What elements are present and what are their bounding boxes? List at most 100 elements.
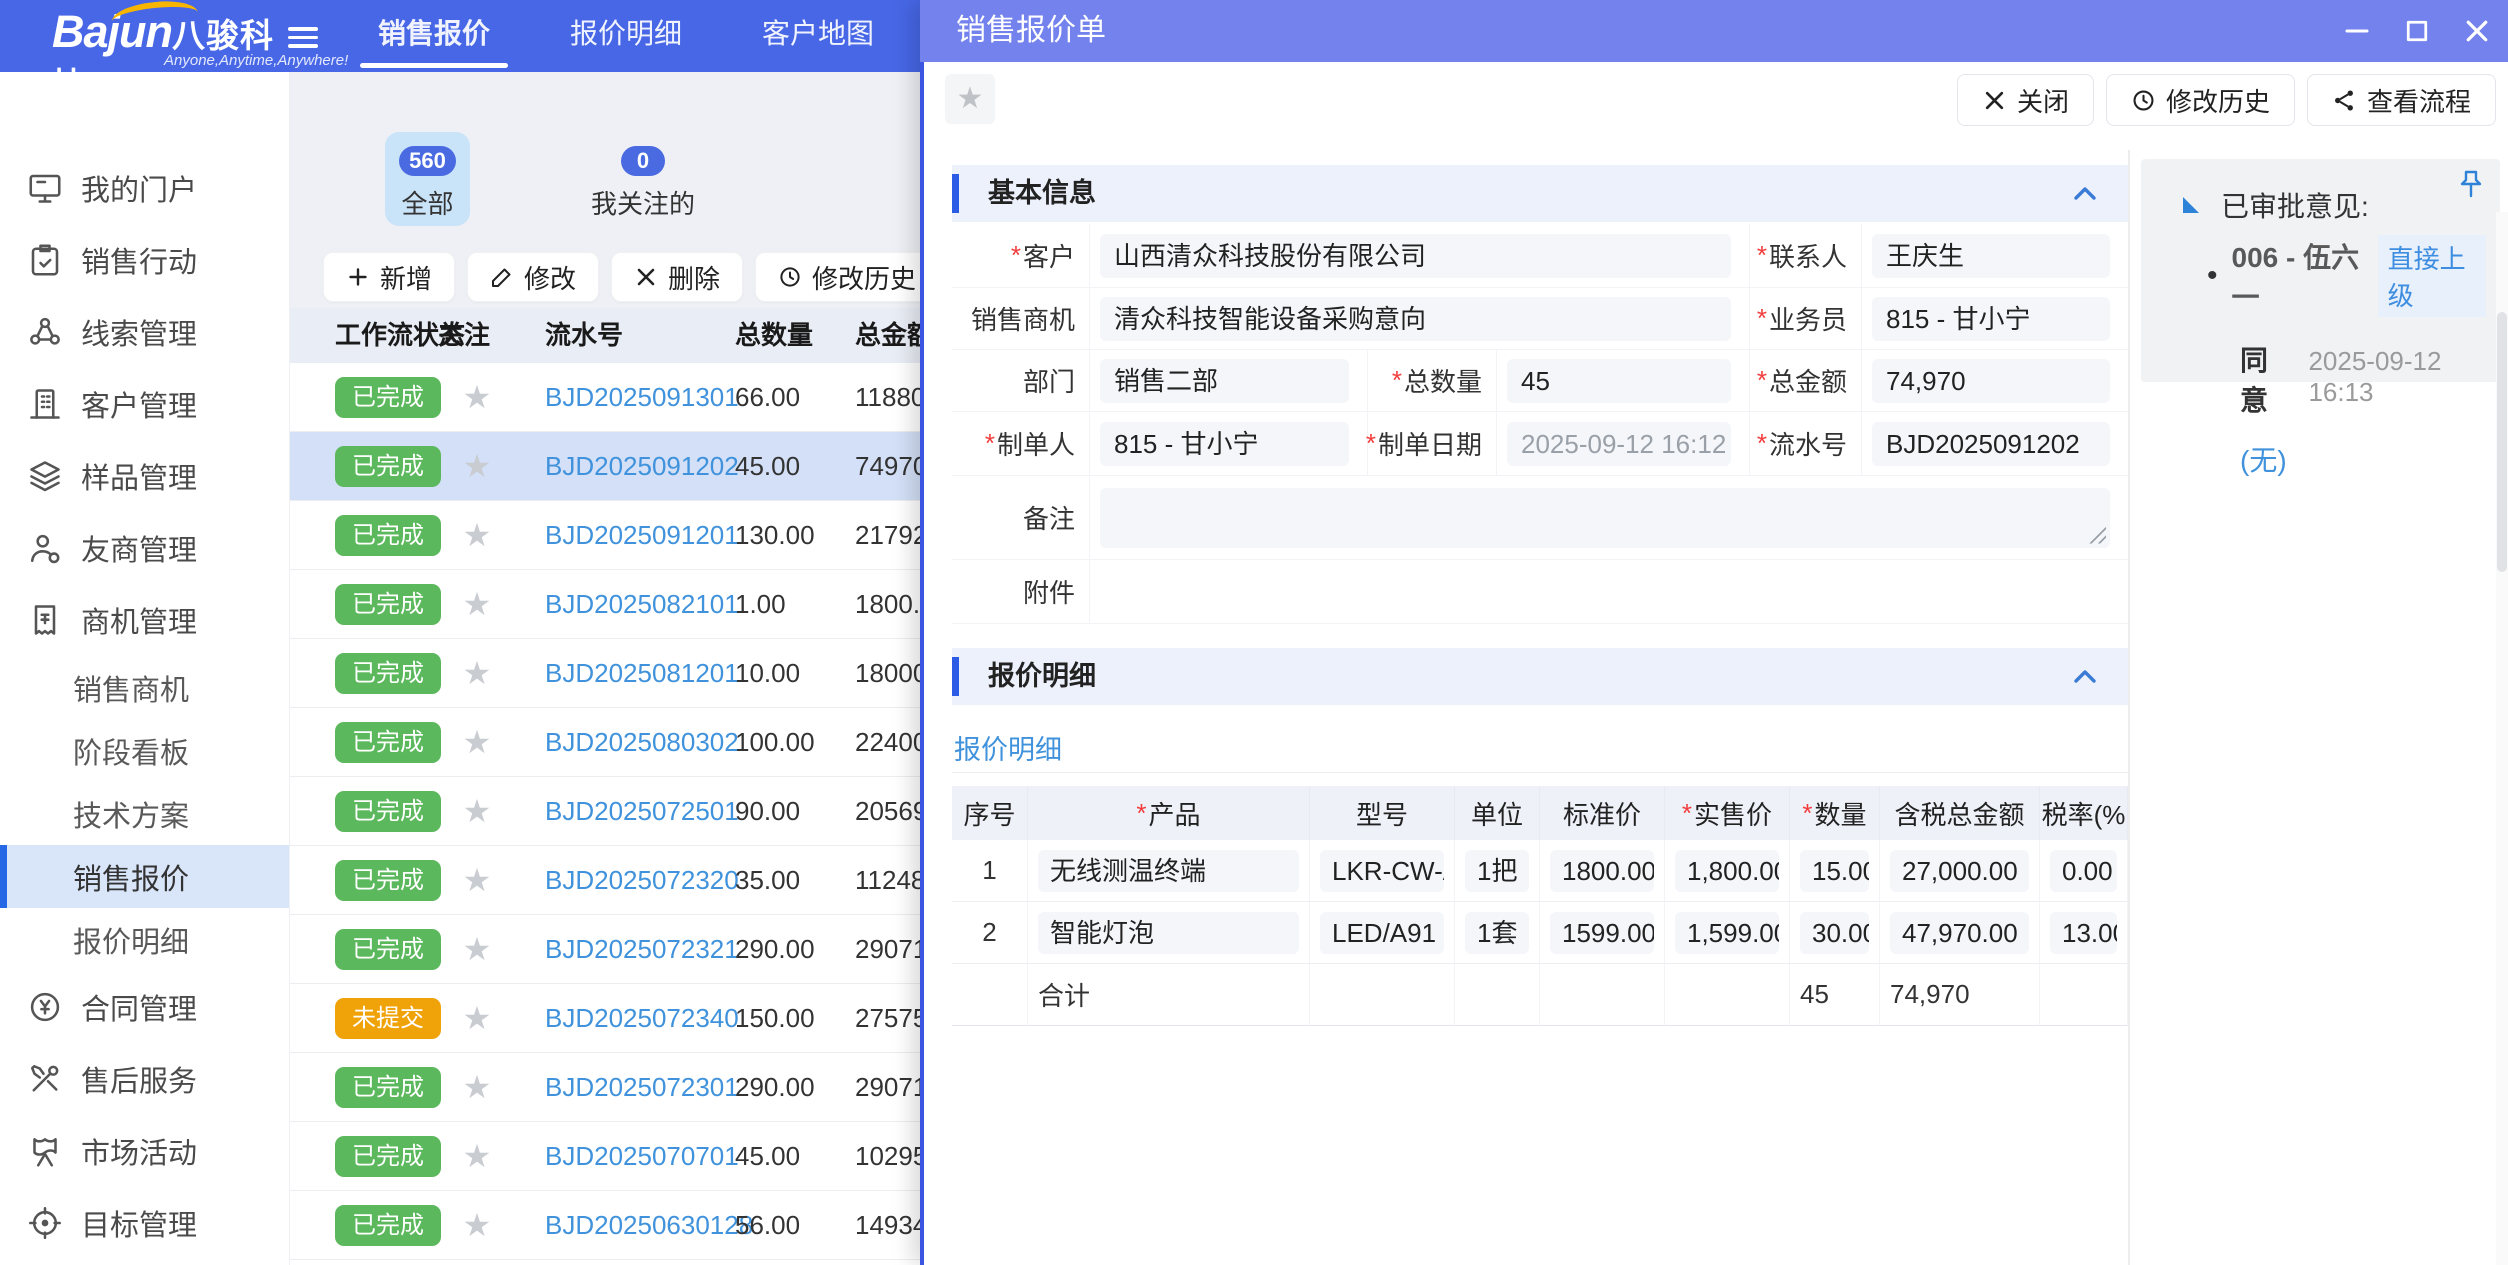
approver-role-tag[interactable]: 直接上级 — [2378, 235, 2486, 317]
favorite-star-icon[interactable]: ★ — [453, 501, 501, 570]
sidebar-item-售后服务[interactable]: 售后服务 — [0, 1043, 289, 1115]
quote-code-link[interactable]: BJD2025091301 — [545, 363, 739, 432]
detail-cell-input[interactable]: 智能灯泡 — [1038, 912, 1299, 954]
total-amount-input[interactable]: 74,970 — [1872, 359, 2110, 403]
quote-code-link[interactable]: BJD20250630128 — [545, 1191, 753, 1260]
quote-code-link[interactable]: BJD2025091202 — [545, 432, 739, 501]
detail-cell[interactable]: 无线测温终端 — [1028, 840, 1310, 902]
favorite-star-icon[interactable]: ★ — [453, 639, 501, 708]
sidebar-item-BI分析[interactable]: BI分析 — [0, 1259, 289, 1265]
sidebar-item-销售行动[interactable]: 销售行动 — [0, 224, 289, 296]
sidebar-item-目标管理[interactable]: 目标管理 — [0, 1187, 289, 1259]
sidebar-subitem-技术方案[interactable]: 技术方案 — [0, 782, 289, 845]
sidebar-item-我的门户[interactable]: 我的门户 — [0, 152, 289, 224]
favorite-star-icon[interactable]: ★ — [453, 915, 501, 984]
filter-card-我关注的[interactable]: 0我关注的 — [578, 132, 708, 226]
sidebar-item-商机管理[interactable]: 商机管理 — [0, 584, 289, 656]
favorite-star-icon[interactable]: ★ — [453, 1191, 501, 1260]
detail-cell-input[interactable]: 1599.00 — [1550, 912, 1654, 954]
detail-cell-input[interactable]: 0.00 — [2050, 850, 2117, 892]
favorite-star-icon[interactable]: ★ — [453, 570, 501, 639]
quote-code-link[interactable]: BJD2025081201 — [545, 639, 739, 708]
sidebar-subitem-销售报价[interactable]: 销售报价 — [0, 845, 289, 908]
quote-code-link[interactable]: BJD2025072340 — [545, 984, 739, 1053]
detail-cell[interactable]: LED/A91 — [1310, 902, 1455, 964]
department-input[interactable]: 销售二部 — [1100, 359, 1349, 403]
detail-cell[interactable]: 47,970.00 — [1880, 902, 2040, 964]
favorite-star-icon[interactable]: ★ — [453, 1122, 501, 1191]
brand-logo[interactable]: Bajun八骏科技 Anyone,Anytime,Anywhere! — [52, 6, 302, 68]
detail-cell-input[interactable]: 无线测温终端 — [1038, 850, 1299, 892]
quote-code-link[interactable]: BJD2025091201 — [545, 501, 739, 570]
detail-cell-input[interactable]: 13.00 — [2050, 912, 2117, 954]
create-date-input[interactable]: 2025-09-12 16:12 — [1507, 422, 1731, 466]
favorite-star-icon[interactable]: ★ — [453, 984, 501, 1053]
detail-cell[interactable]: 智能灯泡 — [1028, 902, 1310, 964]
contact-input[interactable]: 王庆生 — [1872, 234, 2110, 278]
detail-cell-input[interactable]: 1,599.00 — [1675, 912, 1779, 954]
salesman-input[interactable]: 815 - 甘小宁 — [1872, 297, 2110, 341]
resize-handle[interactable] — [2086, 524, 2106, 544]
favorite-star-icon[interactable]: ★ — [453, 1053, 501, 1122]
favorite-star-icon[interactable]: ★ — [453, 432, 501, 501]
detail-cell-input[interactable]: 1套 — [1465, 912, 1529, 954]
quote-code-link[interactable]: BJD2025072321 — [545, 915, 739, 984]
detail-cell-input[interactable]: 27,000.00 — [1890, 850, 2029, 892]
collapse-triangle-icon[interactable] — [2183, 197, 2199, 213]
remark-textarea[interactable] — [1100, 488, 2110, 548]
修改历史-button[interactable]: 修改历史 — [755, 252, 939, 302]
quote-code-link[interactable]: BJD2025072501 — [545, 777, 739, 846]
quote-code-link[interactable]: BJD2025080302 — [545, 708, 739, 777]
sidebar-subitem-销售商机[interactable]: 销售商机 — [0, 656, 289, 719]
detail-subtab[interactable]: 报价明细 — [954, 728, 1062, 767]
scrollbar[interactable] — [2496, 212, 2508, 1265]
detail-cell[interactable]: 1800.00 — [1540, 840, 1665, 902]
pin-icon[interactable] — [2458, 169, 2484, 199]
detail-cell[interactable]: 13.00 — [2040, 902, 2128, 964]
查看流程-button[interactable]: 查看流程 — [2307, 74, 2496, 126]
close-icon[interactable] — [2462, 16, 2492, 46]
favorite-star-icon[interactable]: ★ — [453, 846, 501, 915]
detail-cell[interactable]: 1套 — [1455, 902, 1540, 964]
attachment-field-cell[interactable] — [1090, 560, 2128, 624]
favorite-star-icon[interactable]: ★ — [453, 363, 501, 432]
detail-cell-input[interactable]: LED/A91 — [1320, 912, 1444, 954]
detail-cell[interactable]: 30.00 — [1790, 902, 1880, 964]
sidebar-subitem-报价明细[interactable]: 报价明细 — [0, 908, 289, 971]
sidebar-item-友商管理[interactable]: 友商管理 — [0, 512, 289, 584]
新增-button[interactable]: 新增 — [323, 252, 455, 302]
关闭-button[interactable]: 关闭 — [1957, 74, 2094, 126]
删除-button[interactable]: 删除 — [611, 252, 743, 302]
detail-cell[interactable]: 15.00 — [1790, 840, 1880, 902]
detail-cell-input[interactable]: 47,970.00 — [1890, 912, 2029, 954]
detail-cell[interactable]: 1把 — [1455, 840, 1540, 902]
sidebar-item-样品管理[interactable]: 样品管理 — [0, 440, 289, 512]
修改历史-button[interactable]: 修改历史 — [2106, 74, 2295, 126]
menu-toggle-icon[interactable] — [288, 22, 320, 50]
minimize-icon[interactable] — [2342, 16, 2372, 46]
scrollbar-thumb[interactable] — [2497, 312, 2507, 572]
quote-code-link[interactable]: BJD2025082101 — [545, 570, 739, 639]
detail-cell[interactable]: LKR-CW-A2 — [1310, 840, 1455, 902]
sidebar-item-市场活动[interactable]: 市场活动 — [0, 1115, 289, 1187]
sidebar-item-线索管理[interactable]: 线索管理 — [0, 296, 289, 368]
favorite-star-icon[interactable]: ★ — [453, 708, 501, 777]
detail-cell-input[interactable]: 1800.00 — [1550, 850, 1654, 892]
favorite-star-icon[interactable]: ★ — [453, 777, 501, 846]
chevron-up-icon[interactable] — [2072, 181, 2098, 207]
chevron-up-icon[interactable] — [2072, 664, 2098, 690]
detail-cell-input[interactable]: LKR-CW-A2 — [1320, 850, 1444, 892]
tab-报价明细[interactable]: 报价明细 — [530, 0, 722, 72]
creator-input[interactable]: 815 - 甘小宁 — [1100, 422, 1349, 466]
detail-cell-input[interactable]: 1把 — [1465, 850, 1529, 892]
tab-销售报价[interactable]: 销售报价 — [338, 0, 530, 72]
detail-cell[interactable]: 1599.00 — [1540, 902, 1665, 964]
quote-code-link[interactable]: BJD2025072301 — [545, 1053, 739, 1122]
修改-button[interactable]: 修改 — [467, 252, 599, 302]
detail-cell-input[interactable]: 1,800.00 — [1675, 850, 1779, 892]
sidebar-item-客户管理[interactable]: 客户管理 — [0, 368, 289, 440]
maximize-icon[interactable] — [2402, 16, 2432, 46]
filter-card-全部[interactable]: 560全部 — [385, 132, 470, 226]
detail-cell[interactable]: 27,000.00 — [1880, 840, 2040, 902]
customer-input[interactable]: 山西清众科技股份有限公司 — [1100, 234, 1731, 278]
